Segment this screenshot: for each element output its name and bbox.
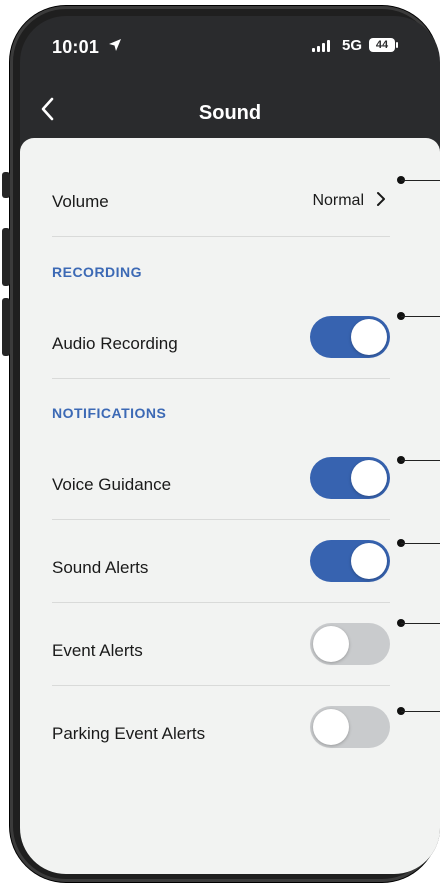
section-header-notifications: NOTIFICATIONS [52, 405, 167, 421]
settings-sheet: Volume Normal RECORDING Audio Recording … [20, 138, 440, 874]
mute-switch [2, 172, 10, 198]
volume-value: Normal [312, 192, 364, 209]
callout-line [401, 460, 440, 461]
status-bar: 10:01 5G 44 [20, 16, 440, 72]
nav-bar: Sound [20, 86, 440, 146]
setting-label: Audio Recording [52, 334, 178, 353]
callout-line [401, 623, 440, 624]
callout-line [401, 180, 440, 181]
callout-line [401, 543, 440, 544]
divider [52, 685, 390, 686]
toggle-knob [313, 626, 349, 662]
voice-guidance-toggle[interactable] [310, 457, 390, 499]
cellular-signal-icon [312, 40, 330, 52]
toggle-knob [313, 709, 349, 745]
sound-alerts-toggle[interactable] [310, 540, 390, 582]
setting-label: Event Alerts [52, 641, 143, 660]
battery-tip [396, 42, 398, 48]
callout-line [401, 316, 440, 317]
network-type: 5G [342, 37, 363, 54]
divider [52, 519, 390, 520]
parking-event-alerts-toggle[interactable] [310, 706, 390, 748]
divider [52, 378, 390, 379]
setting-label: Sound Alerts [52, 558, 149, 577]
page-title: Sound [198, 102, 262, 124]
divider [52, 236, 390, 237]
toggle-knob [351, 543, 387, 579]
setting-label: Voice Guidance [52, 475, 172, 494]
chevron-right-icon [377, 192, 385, 206]
volume-row[interactable]: Volume Normal [52, 178, 390, 218]
location-arrow-icon [109, 39, 121, 51]
event-alerts-toggle[interactable] [310, 623, 390, 665]
audio-recording-toggle[interactable] [310, 316, 390, 358]
volume-up-button [2, 228, 10, 286]
section-header-recording: RECORDING [52, 264, 143, 280]
toggle-knob [351, 460, 387, 496]
volume-label: Volume [52, 192, 109, 211]
callout-line [401, 711, 440, 712]
battery-icon: 44 [369, 38, 395, 52]
toggle-knob [351, 319, 387, 355]
divider [52, 602, 390, 603]
status-time: 10:01 [52, 37, 100, 57]
setting-label: Parking Event Alerts [52, 724, 206, 743]
screen: 10:01 5G 44 Sound Volume Normal RECORDIN… [20, 16, 440, 874]
volume-down-button [2, 298, 10, 356]
